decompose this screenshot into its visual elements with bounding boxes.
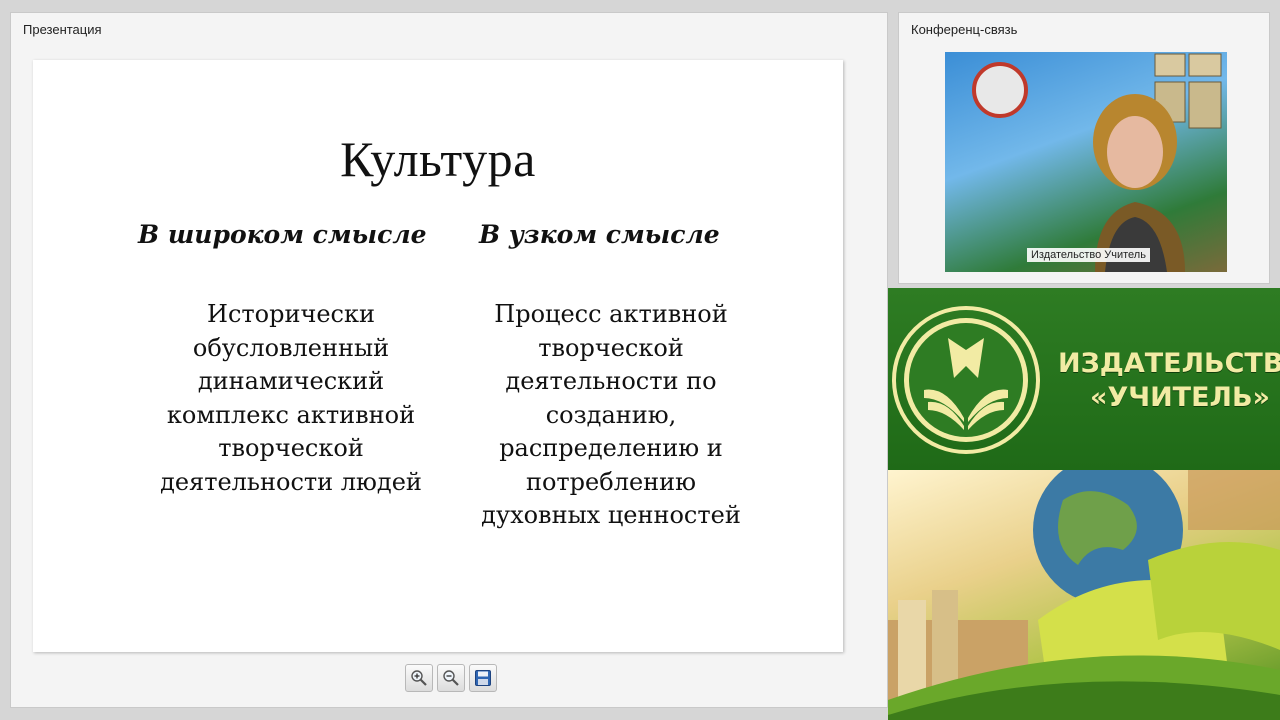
conference-panel-title: Конференц-связь xyxy=(911,22,1018,37)
presentation-panel: Презентация Культура В широком смысле В … xyxy=(10,12,888,708)
banner-photo xyxy=(888,455,1280,720)
left-column-text: Исторически обусловленный динамический к… xyxy=(151,298,431,499)
left-line: деятельности людей xyxy=(160,467,422,496)
right-column-text: Процесс активной творческой деятельности… xyxy=(476,298,746,533)
banner-header: ИЗДАТЕЛЬСТВО «УЧИТЕЛЬ» xyxy=(888,288,1280,470)
right-line: духовных ценностей xyxy=(481,501,741,529)
right-line: созданию, xyxy=(545,400,677,429)
publisher-banner: ИЗДАТЕЛЬСТВО «УЧИТЕЛЬ» xyxy=(888,288,1280,720)
participant-name-label: Издательство Учитель xyxy=(1027,248,1150,262)
save-icon xyxy=(475,670,491,686)
participant-video-image xyxy=(972,53,1222,272)
publisher-logo-icon xyxy=(892,306,1040,454)
presentation-panel-title: Презентация xyxy=(23,22,102,37)
zoom-out-icon xyxy=(443,670,459,686)
left-line: обусловленный xyxy=(192,333,390,362)
left-line: Исторически xyxy=(207,300,375,328)
slide-title: Культура xyxy=(340,131,536,187)
books-globe-image xyxy=(888,455,1280,720)
right-line: распределению и xyxy=(499,434,723,462)
publisher-name-line1: ИЗДАТЕЛЬСТВО xyxy=(1058,348,1280,379)
zoom-out-button[interactable] xyxy=(437,664,465,692)
zoom-in-icon xyxy=(411,670,427,686)
left-line: комплекс активной xyxy=(166,400,416,429)
right-line: деятельности по xyxy=(505,367,717,395)
right-line: Процесс активной xyxy=(494,300,728,328)
left-line: творческой xyxy=(218,434,364,462)
conference-panel: Конференц-связь Издательство Учитель xyxy=(898,12,1270,284)
slide: Культура В широком смысле В узком смысле… xyxy=(33,60,843,652)
save-button[interactable] xyxy=(469,664,497,692)
left-column-heading: В широком смысле xyxy=(138,220,427,249)
zoom-in-button[interactable] xyxy=(405,664,433,692)
right-line: потреблению xyxy=(525,467,697,496)
right-column-heading: В узком смысле xyxy=(479,220,720,249)
publisher-name-line2: «УЧИТЕЛЬ» xyxy=(1090,382,1270,413)
right-line: творческой xyxy=(538,333,684,362)
left-line: динамический xyxy=(197,367,385,395)
video-feed[interactable]: Издательство Учитель xyxy=(945,52,1227,272)
